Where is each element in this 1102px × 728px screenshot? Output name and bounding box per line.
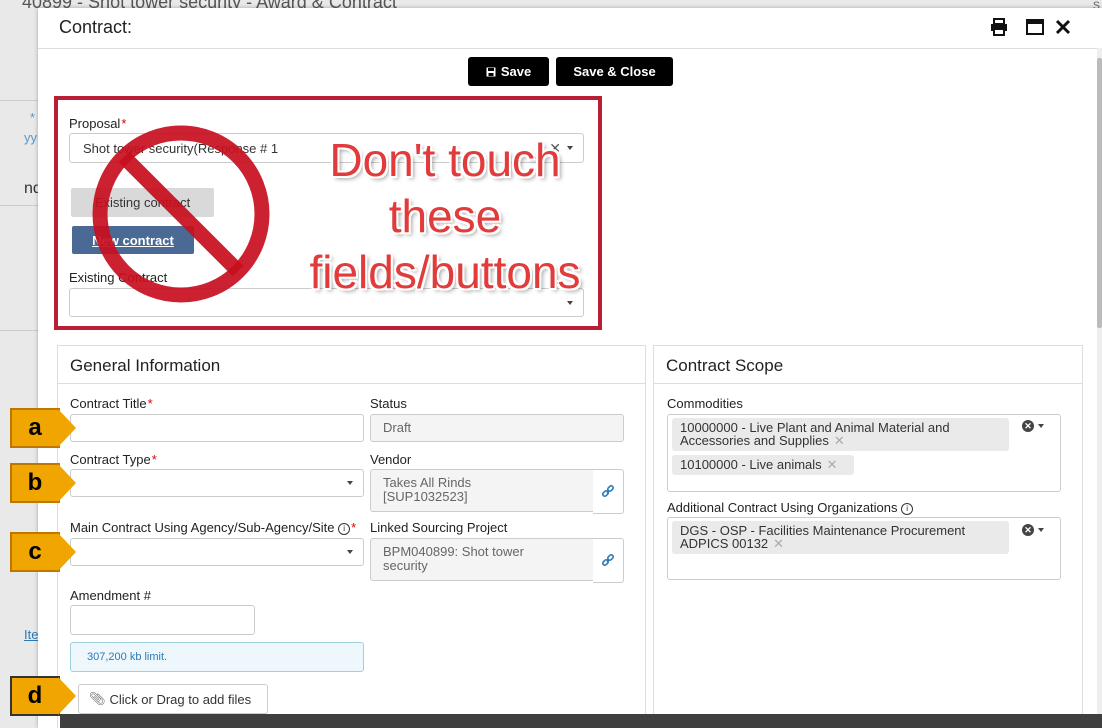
- callout-arrow: [58, 677, 76, 715]
- modal-header: Contract:: [38, 8, 1102, 49]
- vendor-id: [SUP1032523]: [383, 489, 468, 504]
- chevron-down-icon: [1038, 528, 1044, 532]
- status-field: Draft: [370, 414, 624, 442]
- chevron-down-icon: [567, 300, 573, 305]
- commodity-tag-line: Accessories and Supplies: [680, 433, 829, 448]
- commodities-label: Commodities: [667, 396, 743, 411]
- linked-project-line: security: [383, 558, 428, 573]
- modal-title: Contract:: [59, 17, 133, 37]
- contract-modal: Contract: Save Save & Close Proposal* Sh…: [38, 8, 1102, 728]
- linked-project-link-button[interactable]: [593, 538, 624, 583]
- commodities-clear-control[interactable]: ✕: [1022, 420, 1044, 432]
- proposal-value: Shot tower security(Response # 1: [83, 141, 279, 156]
- clear-all-icon[interactable]: ✕: [1022, 524, 1034, 536]
- org-tag-line: ADPICS 00132: [680, 536, 769, 551]
- callout-arrow: [58, 409, 76, 447]
- proposal-label: Proposal*: [69, 116, 127, 131]
- bottom-bar: [60, 714, 1102, 728]
- chevron-down-icon: [347, 550, 353, 554]
- background-divider: [0, 205, 38, 206]
- save-button-label: Save: [500, 64, 532, 79]
- orgs-label: Additional Contract Using Organizations …: [667, 500, 914, 515]
- proposal-select[interactable]: Shot tower security(Response # 1 ✕: [69, 133, 584, 163]
- callout-a: a: [10, 408, 60, 448]
- info-icon[interactable]: i: [901, 503, 914, 515]
- existing-contract-label: Existing Contract: [69, 270, 168, 285]
- new-contract-button[interactable]: New contract: [72, 226, 194, 254]
- linked-project-field: BPM040899: Shot tower security: [370, 538, 594, 581]
- background-divider: [0, 100, 38, 101]
- status-label: Status: [370, 396, 407, 411]
- modal-scrollbar-thumb[interactable]: [1097, 58, 1102, 328]
- link-icon: [601, 553, 615, 566]
- maximize-icon[interactable]: [1025, 17, 1045, 37]
- contract-title-label: Contract Title*: [70, 396, 153, 411]
- clear-all-icon[interactable]: ✕: [1022, 420, 1034, 432]
- vendor-label: Vendor: [370, 452, 412, 467]
- linked-project-line: BPM040899: Shot tower: [383, 544, 524, 559]
- print-icon[interactable]: [989, 17, 1009, 37]
- save-button[interactable]: Save: [468, 57, 549, 86]
- commodity-tag: 10000000 - Live Plant and Animal Materia…: [672, 418, 1009, 451]
- amendment-input[interactable]: [70, 605, 255, 635]
- amendment-label: Amendment #: [70, 588, 151, 603]
- contract-scope-title: Contract Scope: [666, 356, 784, 375]
- callout-b: b: [10, 463, 60, 503]
- floppy-disk-icon: [486, 67, 496, 76]
- callout-arrow: [58, 464, 76, 502]
- chevron-down-icon: [567, 146, 573, 150]
- commodity-tag: 10100000 - Live animals ✕: [672, 455, 854, 475]
- commodity-tag-line: 10100000 - Live animals: [680, 457, 822, 472]
- add-files-dropzone[interactable]: 📎︎ Click or Drag to add files: [78, 684, 268, 714]
- linked-project-label: Linked Sourcing Project: [370, 520, 508, 535]
- org-tag: DGS - OSP - Facilities Maintenance Procu…: [672, 521, 1009, 554]
- orgs-clear-control[interactable]: ✕: [1022, 524, 1044, 536]
- remove-tag-icon[interactable]: ✕: [773, 536, 784, 551]
- vendor-field: Takes All Rinds [SUP1032523]: [370, 469, 594, 512]
- agency-select[interactable]: [70, 538, 364, 566]
- contract-title-input[interactable]: [70, 414, 364, 442]
- vendor-name: Takes All Rinds: [383, 475, 472, 490]
- info-icon[interactable]: i: [338, 523, 351, 535]
- file-limit-note: 307,200 kb limit.: [70, 642, 364, 672]
- remove-tag-icon[interactable]: ✕: [834, 433, 845, 448]
- existing-contract-select[interactable]: [69, 288, 584, 317]
- link-icon: [601, 484, 615, 497]
- chevron-down-icon: [347, 481, 353, 485]
- general-information-title: General Information: [70, 356, 221, 375]
- proposal-clear-icon[interactable]: ✕: [549, 140, 561, 157]
- callout-d: d: [10, 676, 60, 716]
- paperclip-icon: 📎︎: [89, 691, 106, 706]
- chevron-down-icon: [1038, 424, 1044, 428]
- add-files-label: Click or Drag to add files: [109, 691, 252, 707]
- vendor-link-button[interactable]: [593, 469, 624, 514]
- existing-contract-button[interactable]: Existing contract: [71, 188, 214, 217]
- contract-type-label: Contract Type*: [70, 452, 157, 467]
- callout-arrow: [58, 533, 76, 571]
- save-and-close-label: Save & Close: [573, 64, 656, 79]
- panel-divider: [654, 383, 1082, 384]
- save-and-close-button[interactable]: Save & Close: [556, 57, 673, 86]
- remove-tag-icon[interactable]: ✕: [827, 457, 838, 472]
- contract-type-select[interactable]: [70, 469, 364, 497]
- callout-c: c: [10, 532, 60, 572]
- close-icon[interactable]: [1053, 17, 1073, 37]
- background-divider: [0, 330, 38, 331]
- panel-divider: [58, 383, 645, 384]
- agency-label: Main Contract Using Agency/Sub-Agency/Si…: [70, 520, 357, 535]
